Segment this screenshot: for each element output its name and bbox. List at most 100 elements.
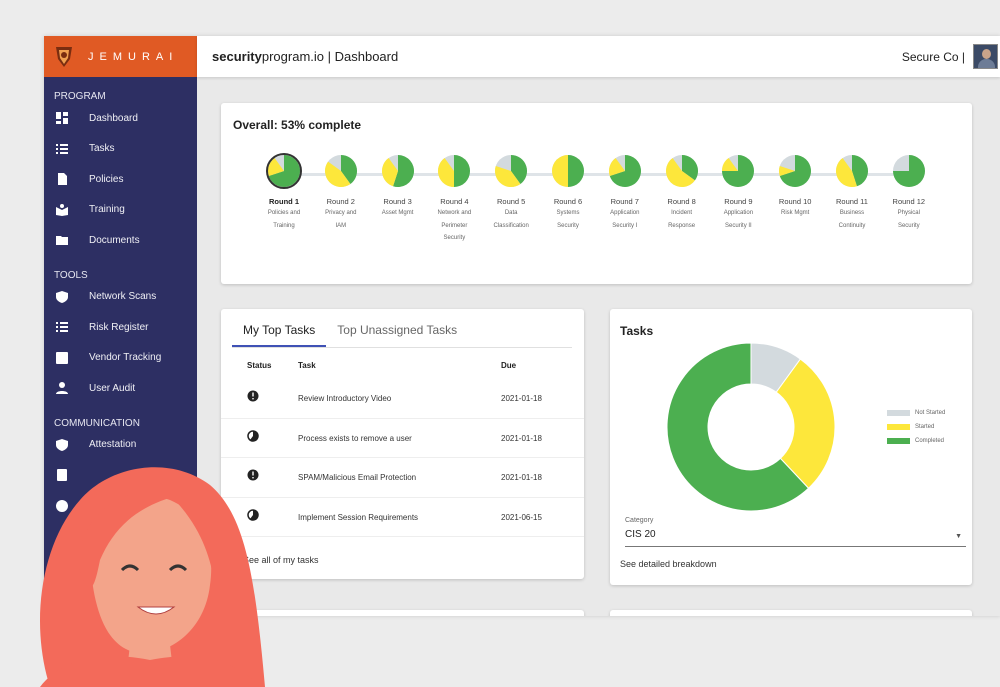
round-description: Risk Mgmt (767, 207, 823, 220)
round-item[interactable]: Round 5 Data Classification (483, 153, 539, 232)
round-item[interactable]: Round 12 Physical Security (881, 153, 937, 232)
tab-top-unassigned-tasks[interactable]: Top Unassigned Tasks (326, 321, 468, 347)
section-label-communication: COMMUNICATION (54, 417, 140, 429)
tasks-donut-card: Tasks Not Started Started Completed Catego… (610, 309, 972, 585)
person-icon (56, 382, 68, 395)
round-name: Round 8 (667, 197, 696, 206)
category-select[interactable]: CIS 20 ▼ (625, 529, 966, 547)
sidebar-item-training[interactable]: Training (44, 195, 197, 226)
check-shield-icon (56, 438, 68, 451)
sidebar-item-policies[interactable]: Policies (44, 164, 197, 195)
round-item[interactable]: Round 7 Application Security I (597, 153, 653, 232)
round-progress-pie (892, 155, 925, 187)
org-name: Secure Co | (901, 49, 965, 64)
round-name: Round 10 (778, 197, 812, 206)
round-item[interactable]: Round 9 Application Security II (710, 153, 766, 232)
tab-my-top-tasks[interactable]: My Top Tasks (232, 321, 327, 347)
round-name: Round 1 (269, 197, 299, 206)
overall-progress-title: Overall: 53% complete (233, 118, 362, 132)
round-name: Round 11 (836, 197, 868, 206)
table-row[interactable]: Process exists to remove a user 2021-01-1… (221, 419, 584, 458)
round-name: Round 2 (326, 197, 355, 206)
legend-label: Completed (915, 438, 945, 444)
sidebar-item-label: Risk Register (89, 321, 149, 333)
page-title: securityprogram.io | Dashboard (212, 49, 398, 64)
legend-item: Completed (887, 434, 945, 448)
sidebar-item-label: Attestation (89, 439, 137, 451)
sidebar-item-user-audit[interactable]: User Audit (44, 373, 197, 404)
task-due-date: 2021-01-18 (501, 394, 542, 403)
round-progress-pie (495, 155, 528, 187)
book-icon (56, 203, 68, 216)
folder-icon (56, 234, 68, 246)
task-name: SPAM/Malicious Email Protection (298, 473, 417, 482)
round-progress-pie (266, 153, 302, 189)
round-description-line: Risk Mgmt (781, 210, 810, 216)
top-bar: securityprogram.io | Dashboard Secure Co… (197, 36, 1000, 77)
round-item[interactable]: Round 1 Policies and Training (256, 153, 312, 232)
legend-label: Started (915, 424, 935, 430)
round-description: Asset Mgmt (370, 207, 426, 220)
not-started-status-icon (247, 390, 259, 402)
category-value: CIS 20 (625, 529, 656, 540)
round-description-line: Physical (897, 210, 920, 216)
donut-legend: Not Started Started Completed (887, 406, 945, 448)
sidebar-item-label: Policies (89, 173, 124, 185)
sidebar-item-risk-register[interactable]: Risk Register (44, 312, 197, 343)
table-row[interactable]: Review Introductory Video 2021-01-18 (221, 379, 584, 419)
brand-header[interactable]: JEMURAI (44, 36, 197, 77)
detailed-breakdown-link[interactable]: See detailed breakdown (620, 559, 717, 569)
round-description-line: Privacy and (325, 210, 357, 216)
lower-card-right (610, 610, 972, 616)
round-item[interactable]: Round 10 Risk Mgmt (767, 153, 823, 220)
page-title-rest: program.io | Dashboard (261, 49, 399, 64)
round-description-line: Perimeter (441, 222, 468, 229)
section-label-program: PROGRAM (54, 91, 106, 102)
round-item[interactable]: Round 2 Privacy and IAM (313, 153, 369, 232)
round-description-line: Policies and (267, 210, 301, 216)
task-due-date: 2021-01-18 (501, 473, 542, 482)
round-description: Network and Perimeter Security (426, 207, 482, 245)
round-progress-pie (324, 155, 357, 187)
round-description-line: Asset Mgmt (381, 210, 414, 216)
round-description-line: Business (839, 210, 865, 216)
sidebar-item-label: Dashboard (89, 112, 138, 124)
round-name: Round 6 (553, 197, 583, 206)
legend-swatch (887, 410, 910, 416)
round-description-line: IAM (335, 222, 347, 229)
list-icon (56, 321, 68, 333)
round-progress-pie (665, 155, 698, 187)
round-description: Application Security I (597, 207, 653, 232)
sidebar-item-documents[interactable]: Documents (44, 225, 197, 256)
round-description: Business Continuity (824, 207, 880, 232)
legend-swatch (887, 424, 910, 430)
sidebar-item-tasks[interactable]: Tasks (44, 134, 197, 165)
round-item[interactable]: Round 6 Systems Security (540, 153, 596, 232)
round-description-line: Response (668, 222, 696, 229)
round-description-line: Security (897, 222, 920, 229)
section-label-tools: TOOLS (54, 269, 88, 281)
round-item[interactable]: Round 3 Asset Mgmt (370, 153, 426, 220)
round-name: Round 3 (383, 197, 412, 206)
round-item[interactable]: Round 4 Network and Perimeter Security (426, 153, 482, 245)
sidebar-item-label: User Audit (89, 382, 136, 394)
pie-slice-started (552, 155, 568, 187)
avatar[interactable] (973, 44, 998, 69)
round-description-line: Security (443, 235, 466, 241)
document-icon (56, 173, 68, 186)
pie-slice-completed (454, 155, 471, 187)
sidebar-item-network-scans[interactable]: Network Scans (44, 282, 197, 313)
task-name: Implement Session Requirements (298, 512, 419, 522)
round-description-line: Training (273, 222, 295, 229)
round-description-line: Incident (671, 210, 693, 216)
round-description-line: Data (504, 210, 518, 216)
round-name: Round 4 (440, 197, 469, 206)
round-description: Policies and Training (256, 207, 312, 232)
round-item[interactable]: Round 11 Business Continuity (824, 153, 880, 232)
task-tabs: My Top Tasks Top Unassigned Tasks (232, 321, 468, 347)
round-progress-pie (836, 155, 868, 187)
round-item[interactable]: Round 8 Incident Response (654, 153, 710, 232)
sidebar-item-vendor-tracking[interactable]: Vendor Tracking (44, 343, 197, 374)
sidebar-item-dashboard[interactable]: Dashboard (44, 103, 197, 134)
round-description: Physical Security (881, 207, 937, 232)
